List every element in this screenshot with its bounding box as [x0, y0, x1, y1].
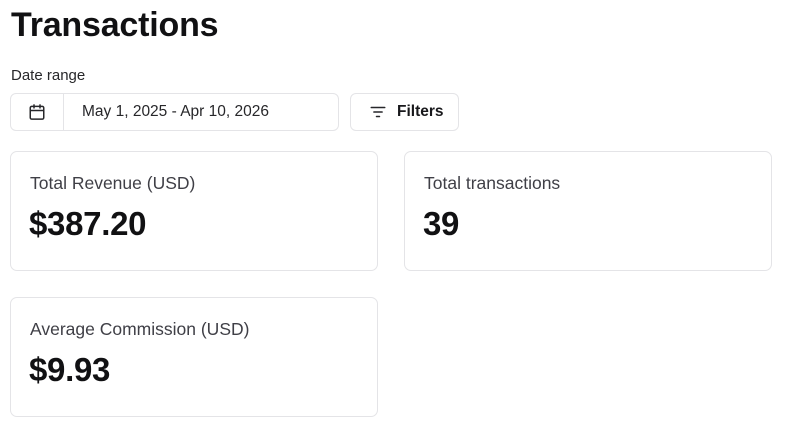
average-commission-value: $9.93: [29, 351, 111, 388]
total-revenue-value: $387.20: [29, 205, 147, 242]
date-range-label: Date range: [11, 67, 86, 84]
calendar-icon: [28, 103, 46, 121]
average-commission-card: Average Commission (USD) $9.93: [10, 297, 378, 417]
filter-lines-icon: [369, 103, 387, 121]
date-range-picker[interactable]: May 1, 2025 - Apr 10, 2026: [10, 93, 339, 131]
total-revenue-card: Total Revenue (USD) $387.20: [10, 151, 378, 271]
date-range-value[interactable]: May 1, 2025 - Apr 10, 2026: [64, 94, 269, 130]
total-revenue-label: Total Revenue (USD): [30, 173, 196, 193]
total-transactions-card: Total transactions 39: [404, 151, 772, 271]
calendar-button[interactable]: [11, 94, 64, 130]
total-transactions-value: 39: [423, 205, 460, 242]
average-commission-label: Average Commission (USD): [30, 319, 250, 339]
total-transactions-label: Total transactions: [424, 173, 561, 193]
filters-button[interactable]: Filters: [350, 93, 459, 131]
filters-button-label: Filters: [397, 103, 444, 120]
page-title: Transactions: [11, 6, 219, 44]
